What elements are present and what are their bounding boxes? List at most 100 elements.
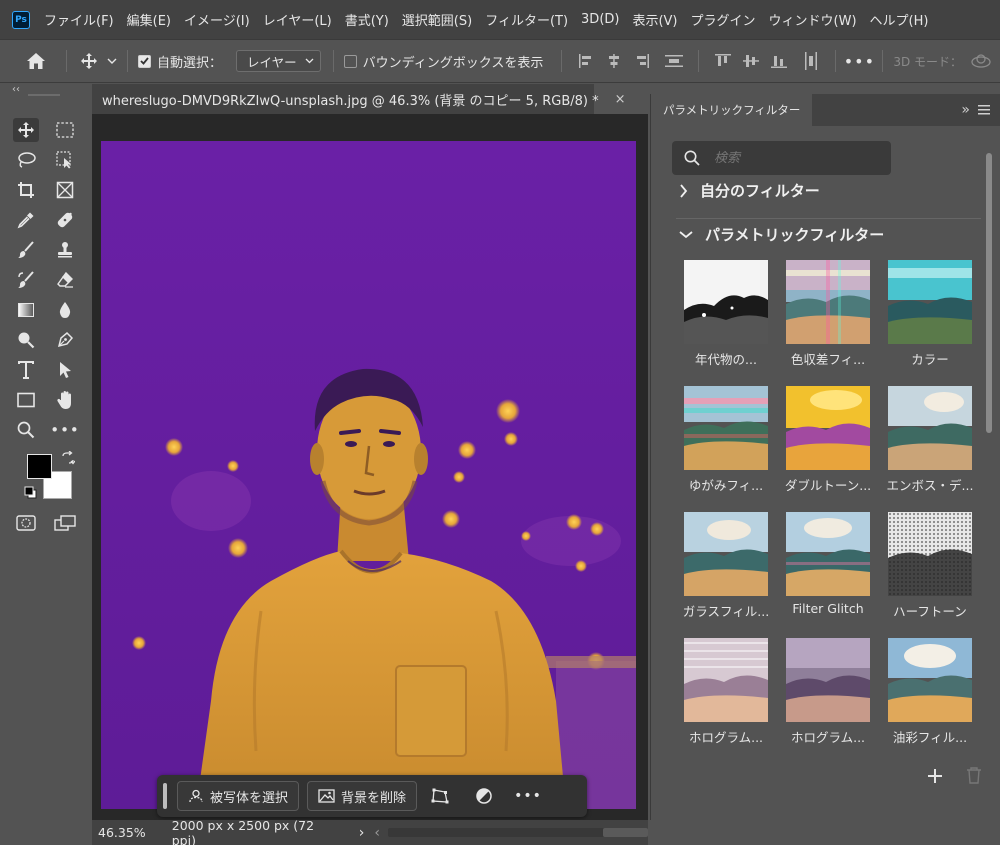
menu-file[interactable]: ファイル(F): [44, 10, 114, 29]
menu-layer[interactable]: レイヤー(L): [263, 10, 332, 29]
status-bar: 46.35% 2000 px x 2500 px (72 ppi) › ‹: [92, 818, 648, 845]
adjustment-layer-icon[interactable]: [469, 781, 499, 811]
toolbar-collapse-icon[interactable]: ‹‹: [12, 84, 20, 95]
quick-mask-icon[interactable]: [13, 511, 39, 535]
context-bar-grip[interactable]: [163, 783, 167, 809]
parametric-filters-label: パラメトリックフィルター: [705, 226, 885, 244]
menu-plugins[interactable]: プラグイン: [691, 10, 756, 29]
screen-mode-icon[interactable]: [52, 511, 78, 535]
home-icon[interactable]: [16, 52, 56, 70]
horizontal-scroll-thumb[interactable]: [603, 828, 648, 837]
trash-icon[interactable]: [966, 766, 982, 788]
filter-oil-paint[interactable]: 油彩フィル...: [888, 638, 974, 746]
menu-window[interactable]: ウィンドウ(W): [769, 10, 857, 29]
menu-filter[interactable]: フィルター(T): [485, 10, 568, 29]
filter-search-box[interactable]: [672, 141, 891, 175]
eyedropper-tool-icon[interactable]: [13, 208, 39, 232]
document-canvas[interactable]: [101, 141, 636, 809]
distribute-vertical-icon[interactable]: [797, 51, 825, 71]
separator: [332, 50, 334, 72]
filter-halftone[interactable]: ハーフトーン: [888, 512, 974, 620]
align-center-icon[interactable]: [600, 51, 628, 71]
blur-tool-icon[interactable]: [52, 298, 78, 322]
filter-vintage[interactable]: 年代物の...: [684, 260, 770, 368]
filter-thumbnail: [684, 512, 768, 596]
menu-help[interactable]: ヘルプ(H): [870, 10, 929, 29]
my-filters-section[interactable]: 自分のフィルター: [679, 180, 820, 201]
panel-tab-parametric-filters[interactable]: パラメトリックフィルター: [651, 94, 813, 126]
menu-image[interactable]: イメージ(I): [184, 10, 250, 29]
crop-tool-icon[interactable]: [13, 178, 39, 202]
align-middle-icon[interactable]: [737, 51, 765, 71]
menu-select[interactable]: 選択範囲(S): [402, 10, 472, 29]
filter-duotone[interactable]: ダブルトーン...: [785, 386, 872, 494]
document-tab[interactable]: whereslugo-DMVD9RkZIwQ-unsplash.jpg @ 46…: [92, 84, 626, 114]
filter-emboss[interactable]: エンボス・デ...: [887, 386, 974, 494]
more-tools-icon[interactable]: •••: [50, 418, 79, 442]
panel-scrollbar[interactable]: [984, 139, 994, 759]
close-tab-icon[interactable]: ×: [615, 92, 626, 107]
align-bottom-icon[interactable]: [765, 51, 793, 71]
more-options-icon[interactable]: •••: [513, 781, 543, 811]
filter-thumbnail: [786, 638, 870, 722]
menu-3d[interactable]: 3D(D): [581, 12, 619, 27]
default-colors-icon[interactable]: [24, 486, 38, 504]
transform-icon[interactable]: [425, 781, 455, 811]
spot-healing-tool-icon[interactable]: [52, 208, 78, 232]
toolbar-grip[interactable]: [28, 94, 60, 96]
gradient-tool-icon[interactable]: [13, 298, 39, 322]
history-brush-tool-icon[interactable]: [13, 268, 39, 292]
add-filter-icon[interactable]: [927, 768, 943, 788]
scroll-left-icon[interactable]: ‹: [374, 825, 380, 841]
separator: [882, 50, 884, 72]
filter-color[interactable]: カラー: [888, 260, 974, 368]
lasso-tool-icon[interactable]: [13, 148, 39, 172]
search-input[interactable]: [714, 150, 864, 166]
zoom-level[interactable]: 46.35%: [98, 825, 166, 840]
filter-hologram-1[interactable]: ホログラム...: [684, 638, 770, 746]
hand-tool-icon[interactable]: [52, 388, 78, 412]
frame-tool-icon[interactable]: [52, 178, 78, 202]
eraser-tool-icon[interactable]: [52, 268, 78, 292]
distribute-icon[interactable]: [660, 51, 688, 71]
move-tool-icon[interactable]: [77, 52, 101, 70]
path-selection-tool-icon[interactable]: [52, 358, 78, 382]
filter-glass[interactable]: ガラスフィル...: [683, 512, 770, 620]
filter-distortion[interactable]: ゆがみフィ...: [684, 386, 770, 494]
menu-view[interactable]: 表示(V): [632, 10, 677, 29]
menu-edit[interactable]: 編集(E): [127, 10, 171, 29]
dodge-tool-icon[interactable]: [13, 328, 39, 352]
bounding-box-checkbox[interactable]: [343, 54, 357, 68]
select-subject-button[interactable]: 被写体を選択: [177, 781, 300, 811]
menu-type[interactable]: 書式(Y): [345, 10, 389, 29]
auto-select-target-dropdown[interactable]: レイヤー: [236, 50, 321, 72]
foreground-color-swatch-top[interactable]: [27, 454, 52, 479]
panel-scroll-thumb[interactable]: [986, 153, 992, 433]
object-selection-tool-icon[interactable]: [52, 148, 78, 172]
clone-stamp-tool-icon[interactable]: [52, 238, 78, 262]
pen-tool-icon[interactable]: [52, 328, 78, 352]
rectangle-tool-icon[interactable]: [13, 388, 39, 412]
remove-background-button[interactable]: 背景を削除: [307, 781, 418, 811]
align-top-icon[interactable]: [709, 51, 737, 71]
chevron-down-icon[interactable]: [101, 58, 123, 64]
filter-hologram-2[interactable]: ホログラム...: [786, 638, 872, 746]
status-menu-arrow-icon[interactable]: ›: [359, 825, 365, 841]
collapse-panel-icon[interactable]: »: [961, 102, 970, 118]
marquee-tool-icon[interactable]: [52, 118, 78, 142]
auto-select-checkbox[interactable]: [138, 54, 151, 68]
panel-menu-icon[interactable]: [978, 104, 990, 116]
parametric-filters-section[interactable]: パラメトリックフィルター: [679, 224, 884, 245]
more-options-icon[interactable]: •••: [844, 52, 874, 71]
type-tool-icon[interactable]: [13, 358, 39, 382]
horizontal-scrollbar[interactable]: [388, 828, 648, 837]
orbit-3d-icon[interactable]: [968, 53, 994, 69]
align-right-icon[interactable]: [628, 51, 656, 71]
move-tool-icon[interactable]: [13, 118, 39, 142]
filter-glitch[interactable]: Filter Glitch: [786, 512, 872, 616]
zoom-tool-icon[interactable]: [13, 418, 39, 442]
brush-tool-icon[interactable]: [13, 238, 39, 262]
swap-colors-icon[interactable]: [61, 450, 76, 469]
filter-chromatic-aberration[interactable]: 色収差フィ...: [786, 260, 872, 368]
align-left-icon[interactable]: [572, 51, 600, 71]
